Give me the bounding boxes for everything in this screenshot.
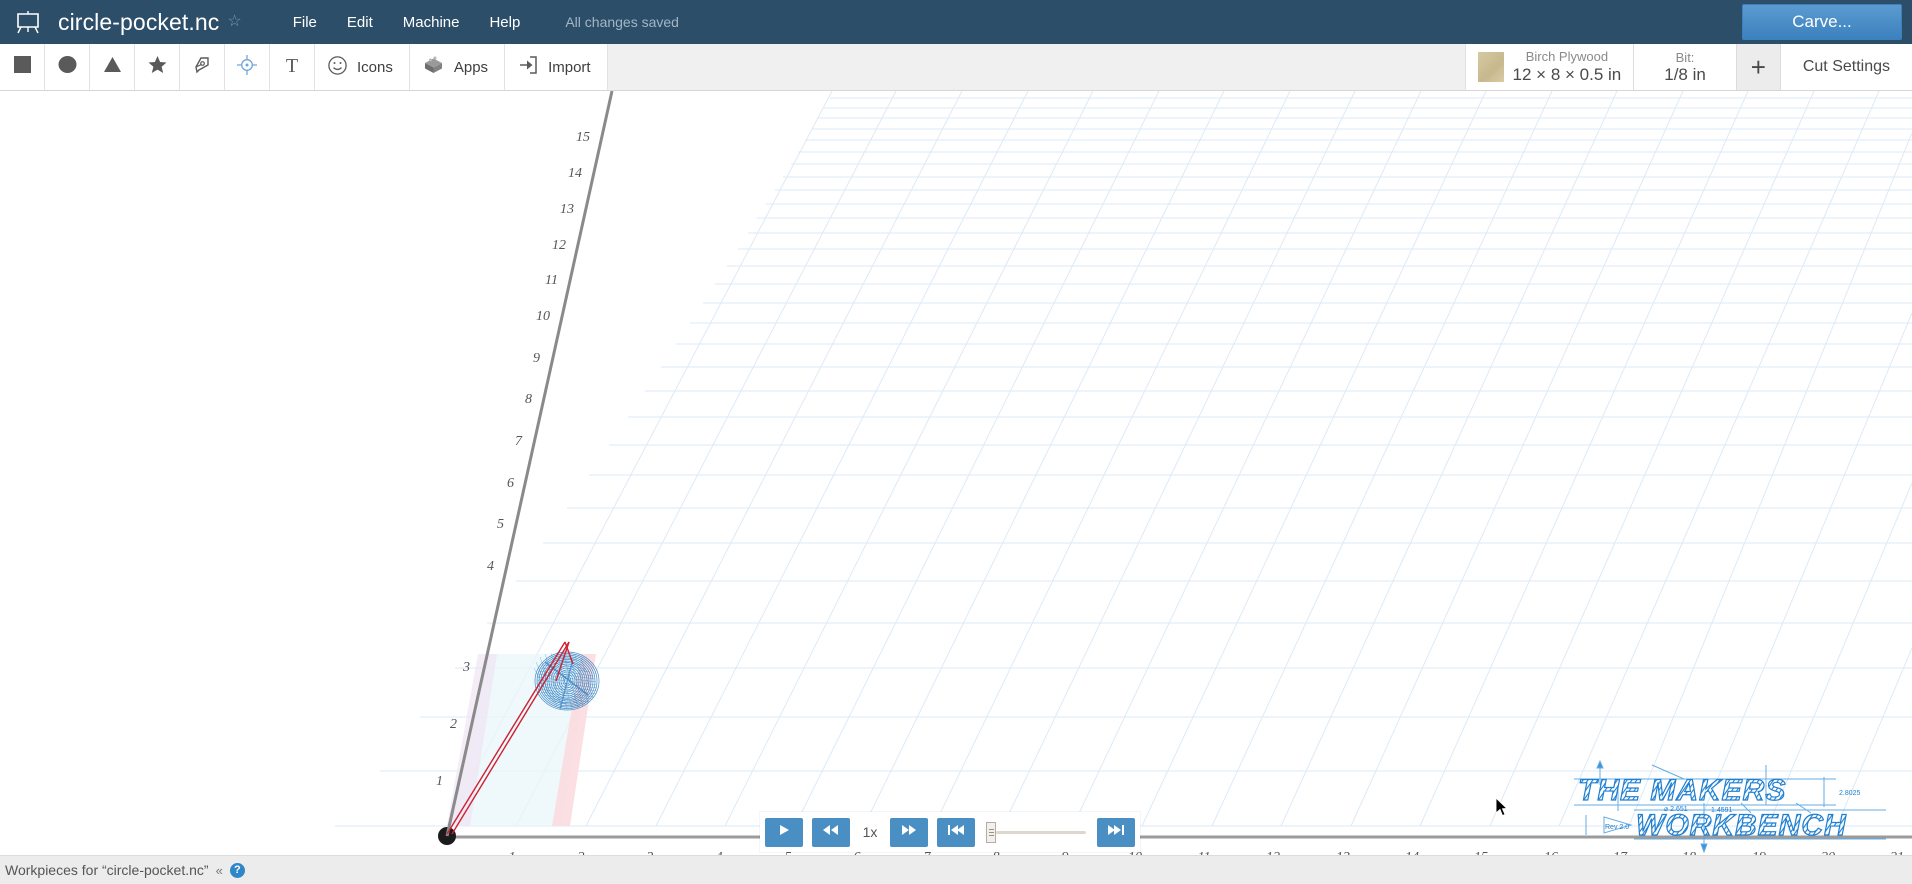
status-bar-label: Workpieces for “circle-pocket.nc”: [5, 862, 209, 878]
square-tool[interactable]: [0, 44, 45, 90]
svg-text:8: 8: [525, 392, 532, 407]
menu-item-help[interactable]: Help: [474, 8, 535, 37]
text-tool[interactable]: T: [270, 44, 315, 90]
easel-application-window: circle-pocket.nc ☆ File Edit Machine Hel…: [0, 0, 1912, 884]
svg-text:12: 12: [552, 238, 566, 253]
collapse-caret-icon[interactable]: «: [216, 863, 223, 878]
svg-text:2: 2: [450, 717, 457, 732]
svg-text:4: 4: [487, 559, 494, 574]
easel-logo-icon[interactable]: [0, 0, 56, 44]
pen-icon: [191, 54, 213, 81]
square-icon: [12, 54, 33, 80]
apps-label: Apps: [453, 58, 489, 76]
document-title: circle-pocket.nc: [58, 8, 220, 35]
cut-settings-button[interactable]: Cut Settings: [1780, 44, 1912, 90]
carve-button[interactable]: Carve...: [1742, 4, 1902, 40]
apps-block-icon: [422, 54, 445, 80]
bit-label: Bit:: [1675, 49, 1695, 65]
menu-bar-items: File Edit Machine Help: [278, 8, 536, 37]
toolbar-spacer: [607, 44, 1466, 90]
timeline-slider-handle[interactable]: [986, 821, 996, 843]
skip-to-end-button[interactable]: [1097, 817, 1135, 847]
shape-toolbar: T Icons Apps Import Birch Plywood 12 × 8…: [0, 44, 1912, 91]
fast-forward-icon: [900, 823, 918, 842]
pen-tool[interactable]: [180, 44, 225, 90]
star-icon: [147, 54, 168, 80]
material-swatch-icon: [1477, 52, 1504, 82]
svg-text:6: 6: [507, 476, 514, 491]
material-dimensions: 12 × 8 × 0.5 in: [1512, 64, 1622, 84]
rewind-icon: [822, 823, 840, 842]
import-arrow-icon: [517, 54, 539, 80]
timeline-slider-track[interactable]: [996, 830, 1086, 834]
skip-to-end-icon: [1107, 823, 1125, 842]
bit-value: 1/8 in: [1664, 64, 1706, 84]
slow-down-button[interactable]: [812, 817, 850, 847]
import-label: Import: [548, 58, 591, 76]
svg-text:10: 10: [536, 309, 550, 324]
svg-text:5: 5: [497, 517, 504, 532]
top-menu-bar: circle-pocket.nc ☆ File Edit Machine Hel…: [0, 0, 1912, 44]
circle-tool[interactable]: [45, 44, 90, 90]
viewport-svg: 1 2 3 4 5 6 7 8 9 10 11 12 13 14 15 16 1: [335, 91, 1912, 855]
x-axis: [438, 827, 1912, 845]
add-bit-button[interactable]: +: [1736, 44, 1781, 90]
bit-selector[interactable]: Bit: 1/8 in: [1634, 44, 1737, 90]
skip-to-start-button[interactable]: [937, 817, 975, 847]
svg-text:7: 7: [515, 434, 523, 449]
svg-text:1: 1: [436, 774, 443, 789]
svg-text:T: T: [286, 55, 298, 76]
svg-text:14: 14: [568, 166, 582, 181]
svg-text:15: 15: [576, 130, 590, 145]
simulation-playback-controls: 1x: [760, 812, 1140, 852]
icons-library-button[interactable]: Icons: [315, 44, 410, 90]
save-status-label: All changes saved: [565, 14, 679, 30]
svg-text:11: 11: [545, 273, 558, 288]
play-button[interactable]: [765, 817, 803, 847]
menu-item-edit[interactable]: Edit: [332, 8, 388, 37]
import-button[interactable]: Import: [505, 44, 608, 90]
skip-to-start-icon: [947, 823, 965, 842]
svg-text:13: 13: [560, 202, 574, 217]
text-t-icon: T: [281, 54, 303, 81]
material-selector[interactable]: Birch Plywood 12 × 8 × 0.5 in: [1465, 44, 1635, 90]
menu-item-machine[interactable]: Machine: [388, 8, 475, 37]
origin-tool[interactable]: [225, 44, 270, 90]
material-name: Birch Plywood: [1525, 48, 1609, 64]
crosshair-target-icon: [235, 53, 259, 82]
favorite-star-icon[interactable]: ☆: [227, 14, 241, 30]
timeline-slider[interactable]: [986, 821, 1086, 843]
icons-label: Icons: [357, 58, 393, 76]
triangle-icon: [102, 54, 123, 80]
svg-text:9: 9: [533, 351, 540, 366]
star-tool[interactable]: [135, 44, 180, 90]
menu-item-file[interactable]: File: [278, 8, 332, 37]
play-icon: [777, 823, 791, 842]
playback-speed-label: 1x: [862, 824, 878, 840]
svg-text:3: 3: [462, 660, 470, 675]
triangle-tool[interactable]: [90, 44, 135, 90]
smiley-face-icon: [327, 55, 348, 80]
three-d-simulation-viewport[interactable]: 1 2 3 4 5 6 7 8 9 10 11 12 13 14 15 16 1: [0, 91, 1912, 855]
apps-button[interactable]: Apps: [409, 44, 506, 90]
help-icon[interactable]: ?: [229, 862, 245, 878]
status-bar: Workpieces for “circle-pocket.nc” « ?: [0, 855, 1912, 884]
circle-icon: [57, 54, 78, 80]
speed-up-button[interactable]: [890, 817, 928, 847]
